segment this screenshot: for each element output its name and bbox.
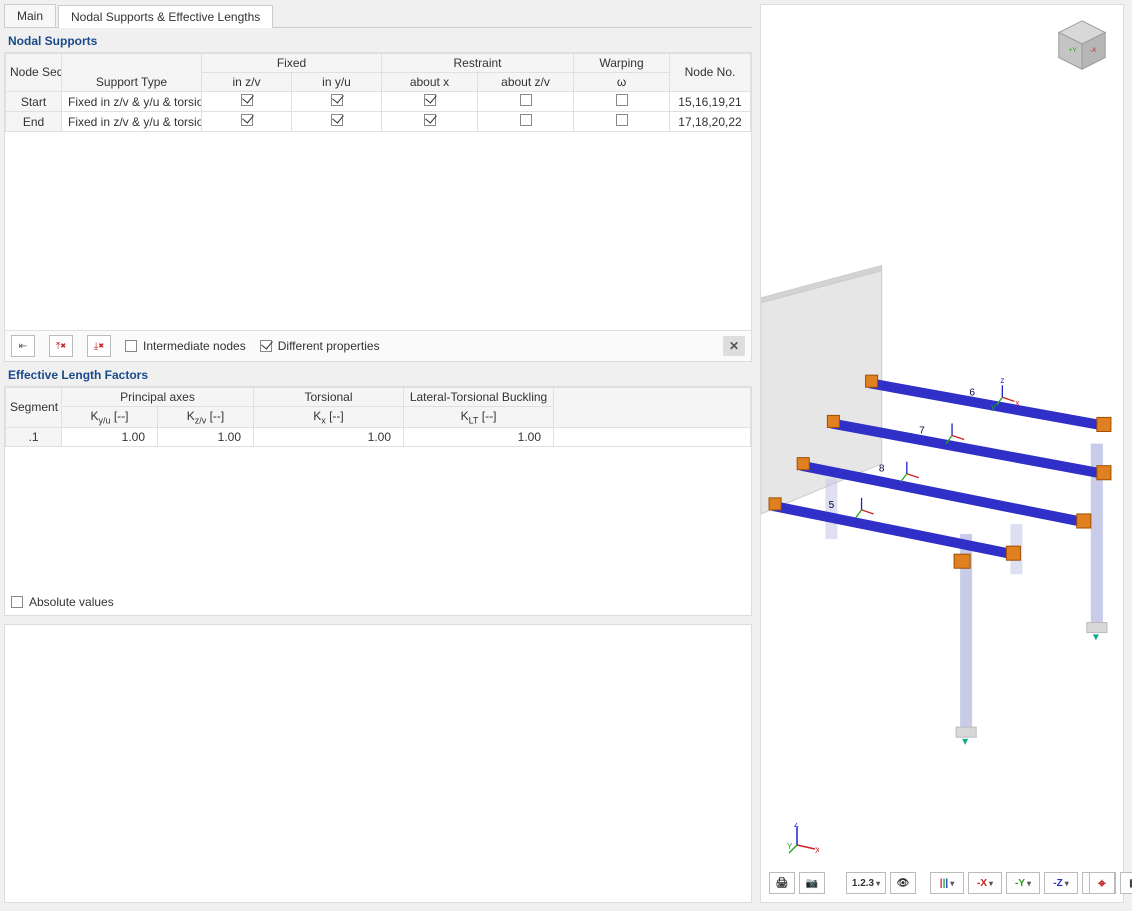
checkbox-icon[interactable] (424, 94, 436, 106)
table-row[interactable]: .11.001.001.001.00 (6, 428, 751, 447)
svg-text:Y: Y (787, 842, 793, 851)
support-icon-button-1[interactable]: ⇤ (11, 335, 35, 357)
intermediate-nodes-label: Intermediate nodes (143, 339, 246, 353)
checkbox-icon[interactable] (520, 114, 532, 126)
support-icon-button-2[interactable]: ⤒✖ (49, 335, 73, 357)
checkbox-icon (125, 340, 137, 352)
col-kzv: Kz/v [--] (158, 407, 254, 428)
effective-length-panel: Segment Seq. No. Principal axes Torsiona… (4, 386, 752, 616)
col-empty (554, 388, 751, 428)
view-box-button[interactable]: ▦ (1120, 872, 1132, 894)
col-about-zv: about z/v (478, 73, 574, 92)
viewport-3d[interactable]: +Y -X (760, 4, 1124, 903)
intermediate-nodes-checkbox[interactable]: Intermediate nodes (125, 339, 246, 353)
member-label: 8 (879, 464, 885, 475)
member-label: 5 (829, 500, 835, 511)
model-3d-view[interactable]: 6 7 8 5 z x y ▾ ▾ (761, 5, 1123, 862)
support-icon-button-3[interactable]: ⤓✖ (87, 335, 111, 357)
viewport-toolbar-right: ⌖ (1089, 872, 1115, 894)
svg-text:Z: Z (794, 823, 799, 829)
nodal-supports-title: Nodal Supports (4, 28, 752, 52)
print-button[interactable]: 🖨 (769, 872, 795, 894)
absolute-values-checkbox[interactable]: Absolute values (11, 595, 745, 609)
effective-length-table: Segment Seq. No. Principal axes Torsiona… (5, 387, 751, 447)
absolute-values-label: Absolute values (29, 595, 114, 609)
member-label: 6 (969, 387, 975, 398)
close-button[interactable]: ✕ (723, 336, 745, 356)
different-properties-label: Different properties (278, 339, 380, 353)
tab-main[interactable]: Main (4, 4, 56, 27)
tab-strip: Main Nodal Supports & Effective Lengths (4, 4, 752, 28)
col-in-yu: in y/u (292, 73, 382, 92)
checkbox-icon[interactable] (616, 114, 628, 126)
lower-output-panel (4, 624, 752, 903)
checkbox-icon[interactable] (616, 94, 628, 106)
svg-text:y: y (991, 402, 995, 411)
tab-nodal-supports[interactable]: Nodal Supports & Effective Lengths (58, 5, 273, 28)
svg-text:z: z (1000, 376, 1004, 385)
checkbox-icon[interactable] (520, 94, 532, 106)
col-kx: Kx [--] (254, 407, 404, 428)
eff-footer: Absolute values (5, 589, 751, 615)
global-axes-icon: Z X Y (787, 823, 819, 858)
nodal-supports-table: Node Sequence Support Type Fixed Restrai… (5, 53, 751, 132)
col-node-no: Node No. (670, 54, 751, 92)
col-torsional: Torsional (254, 388, 404, 407)
table-row[interactable]: EndFixed in z/v & y/u & torsion17,18,20,… (6, 112, 751, 132)
col-about-x: about x (382, 73, 478, 92)
col-fixed: Fixed (202, 54, 382, 73)
col-node-sequence: Node Sequence (6, 54, 62, 92)
col-ltb: Lateral-Torsional Buckling (404, 388, 554, 407)
col-restraint: Restraint (382, 54, 574, 73)
nodal-footer-toolbar: ⇤ ⤒✖ ⤓✖ Intermediate nodes Different pro… (5, 330, 751, 361)
svg-text:+Y: +Y (1068, 47, 1077, 54)
checkbox-icon (11, 596, 23, 608)
col-omega: ω (574, 73, 670, 92)
view-x-button[interactable]: -X (968, 872, 1002, 894)
checkbox-icon[interactable] (241, 94, 253, 106)
table-row[interactable]: StartFixed in z/v & y/u & torsion15,16,1… (6, 92, 751, 112)
col-klt: KLT [--] (404, 407, 554, 428)
svg-text:X: X (815, 846, 819, 855)
checkbox-icon[interactable] (424, 114, 436, 126)
col-in-zv: in z/v (202, 73, 292, 92)
eff-table-empty-area (5, 447, 751, 589)
numbers-toggle[interactable]: 1.2.3 (846, 872, 886, 894)
checkbox-icon[interactable] (241, 114, 253, 126)
member-label: 7 (919, 426, 925, 437)
navigation-cube[interactable]: +Y -X (1053, 17, 1111, 75)
col-kyu: Ky/u [--] (62, 407, 158, 428)
col-principal-axes: Principal axes (62, 388, 254, 407)
reset-view-button[interactable]: ⌖ (1089, 872, 1115, 894)
svg-text:▾: ▾ (962, 734, 968, 748)
axis-colors-button[interactable]: ||| (930, 872, 964, 894)
nodal-table-empty-area (5, 132, 751, 330)
view-z-button[interactable]: -Z (1044, 872, 1078, 894)
show-hide-button[interactable]: 👁 (890, 872, 916, 894)
checkbox-icon[interactable] (331, 94, 343, 106)
checkbox-icon (260, 340, 272, 352)
viewport-toolbar-left: 🖨 📷 (769, 872, 825, 894)
different-properties-checkbox[interactable]: Different properties (260, 339, 380, 353)
left-pane: Main Nodal Supports & Effective Lengths … (0, 0, 760, 911)
snapshot-button[interactable]: 📷 (799, 872, 825, 894)
view-y-button[interactable]: -Y (1006, 872, 1040, 894)
col-support-type: Support Type (62, 54, 202, 92)
nodal-supports-panel: Node Sequence Support Type Fixed Restrai… (4, 52, 752, 362)
svg-text:-X: -X (1090, 47, 1097, 54)
svg-text:▾: ▾ (1093, 630, 1099, 644)
col-warping: Warping (574, 54, 670, 73)
effective-length-title: Effective Length Factors (4, 362, 752, 386)
svg-text:x: x (1015, 398, 1019, 407)
app-root: Main Nodal Supports & Effective Lengths … (0, 0, 1132, 911)
checkbox-icon[interactable] (331, 114, 343, 126)
col-segment-seq: Segment Seq. No. (6, 388, 62, 428)
